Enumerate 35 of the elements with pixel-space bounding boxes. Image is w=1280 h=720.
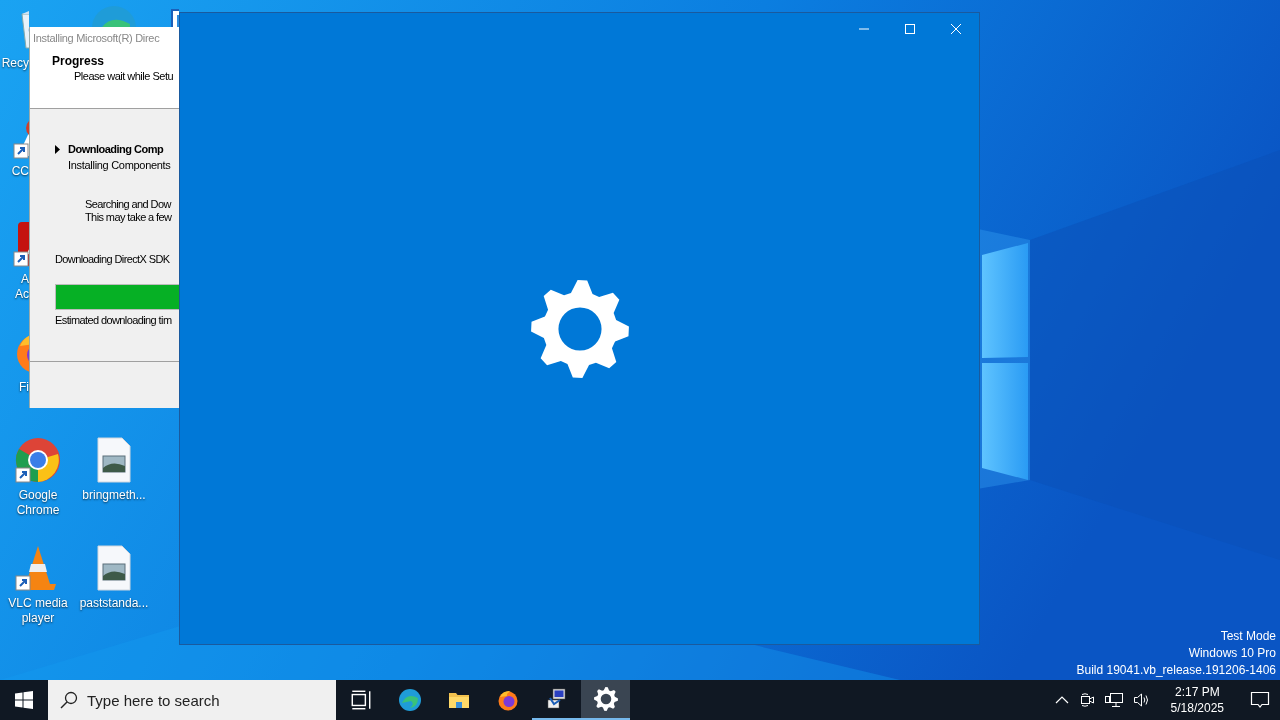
desktop-icon[interactable]: VLC media player <box>0 544 76 652</box>
desktop-icon[interactable]: paststanda... <box>76 544 152 652</box>
system-text: Windows 10 Pro <box>1187 645 1276 662</box>
download-label: Downloading DirectX SDK <box>55 253 171 265</box>
maximize-icon <box>905 24 915 34</box>
clock-date: 5/18/2025 <box>1170 700 1224 716</box>
chrome-icon <box>14 436 62 484</box>
clock[interactable]: 2:17 PM 5/18/2025 <box>1160 684 1234 716</box>
network-icon[interactable] <box>1104 692 1123 708</box>
search-icon <box>60 691 78 709</box>
search-field[interactable]: Type here to search <box>48 680 336 720</box>
chevron-up-icon[interactable] <box>1054 696 1069 704</box>
installer-icon <box>544 687 569 711</box>
step-label: Downloading Comp <box>68 143 164 155</box>
volume-icon[interactable] <box>1132 692 1151 708</box>
desktop-icon[interactable]: bringmeth... <box>76 436 152 544</box>
edge-icon <box>397 688 422 712</box>
desktop-icon[interactable]: Google Chrome <box>0 436 76 544</box>
windows-logo-icon <box>15 691 33 709</box>
gear-icon <box>593 687 618 711</box>
status-text: Searching and Dow <box>85 198 173 211</box>
taskbar-button[interactable] <box>581 680 630 720</box>
subheading: Please wait while Setu <box>73 69 175 84</box>
status-text: This may take a few <box>85 211 173 224</box>
camera-icon[interactable] <box>1078 692 1095 708</box>
clock-time: 2:17 PM <box>1174 684 1220 700</box>
system-text: Build 19041.vb_release.191206-1406 <box>1076 662 1276 679</box>
system-text: Test Mode <box>1219 628 1276 645</box>
close-icon <box>951 24 961 34</box>
estimate-text: Estimated downloading tim <box>55 314 173 326</box>
heading: Progress <box>52 54 106 69</box>
window-title: Installing Microsoft(R) Direc <box>30 27 182 49</box>
step-label: Installing Components <box>68 159 171 171</box>
notification-icon[interactable] <box>1250 690 1270 710</box>
gear-icon <box>530 280 629 378</box>
